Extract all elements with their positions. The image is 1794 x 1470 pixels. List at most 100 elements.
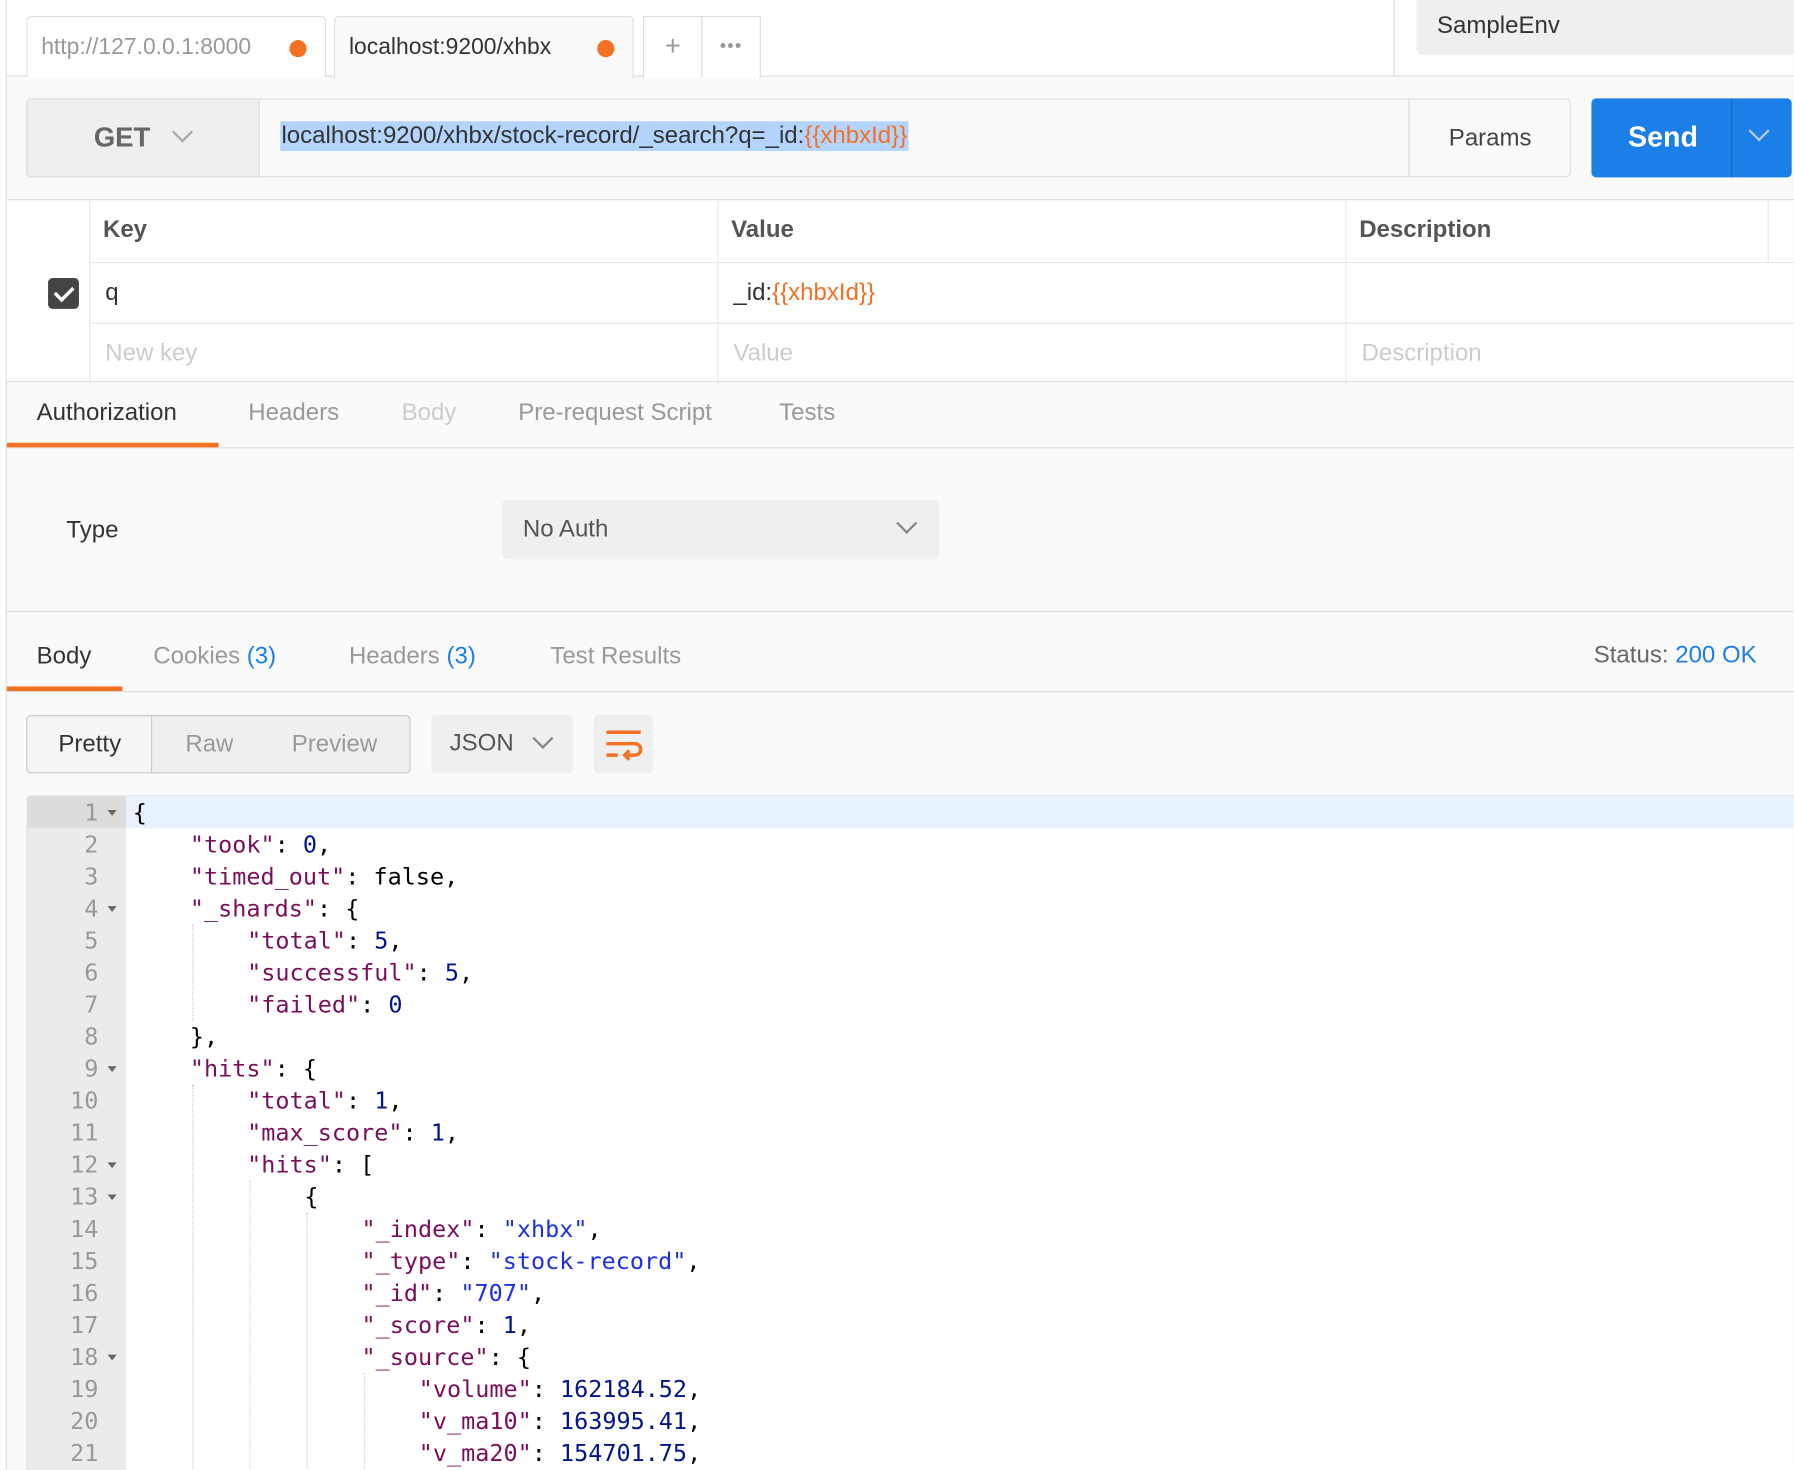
- code-line: 13{: [27, 1181, 1793, 1213]
- auth-type-value: No Auth: [522, 515, 609, 543]
- format-select[interactable]: JSON: [431, 715, 574, 774]
- new-value-input[interactable]: Value: [717, 322, 1346, 385]
- view-raw-button[interactable]: Raw: [185, 731, 233, 758]
- code-token: ,: [317, 830, 332, 859]
- response-tab-headers[interactable]: Headers (3): [349, 643, 476, 670]
- environment-select[interactable]: SampleEnv: [1416, 0, 1794, 55]
- more-tabs-button[interactable]: •••: [701, 16, 761, 78]
- code-token: :: [345, 1086, 375, 1115]
- response-tab-body[interactable]: Body: [37, 643, 92, 670]
- fold-arrow-icon[interactable]: [107, 1162, 117, 1169]
- code-token: 154701.75: [559, 1439, 688, 1467]
- view-preview-button[interactable]: Preview: [292, 731, 377, 758]
- method-select[interactable]: GET: [26, 98, 260, 178]
- code-token: "_id": [361, 1279, 433, 1307]
- new-tab-button[interactable]: +: [642, 16, 703, 78]
- code-line: 12 "hits": [: [27, 1149, 1793, 1181]
- fold-arrow-icon[interactable]: [107, 1194, 117, 1201]
- active-tab-indicator: [6, 686, 123, 692]
- tab-authorization[interactable]: Authorization: [37, 399, 177, 426]
- new-description-input[interactable]: Description: [1345, 322, 1794, 385]
- code-token: :: [531, 1439, 560, 1467]
- tab-headers[interactable]: Headers: [248, 399, 339, 426]
- line-number: 21: [70, 1439, 99, 1467]
- fold-arrow-icon[interactable]: [107, 1354, 117, 1361]
- line-number: 17: [70, 1311, 99, 1339]
- line-number: 2: [84, 830, 99, 859]
- code-token: :: [360, 990, 389, 1019]
- param-description-input[interactable]: [1345, 261, 1794, 324]
- wrap-lines-button[interactable]: [593, 715, 654, 774]
- fold-arrow-icon[interactable]: [107, 810, 117, 816]
- code-text: "total": 5,: [247, 924, 402, 956]
- divider: [1393, 0, 1395, 77]
- code-text: {: [304, 1181, 318, 1213]
- line-number: 6: [84, 958, 99, 987]
- line-number: 3: [84, 862, 99, 891]
- code-text: "hits": {: [190, 1053, 317, 1085]
- tab-pre-request-script[interactable]: Pre-request Script: [518, 399, 712, 426]
- divider: [6, 691, 1794, 693]
- code-line: 15 "_type": "stock-record",: [27, 1245, 1793, 1277]
- code-text: "_type": "stock-record",: [362, 1245, 701, 1277]
- param-enabled-checkbox[interactable]: [48, 278, 79, 309]
- code-token: 5: [374, 926, 389, 955]
- fold-arrow-icon[interactable]: [107, 906, 117, 912]
- params-button[interactable]: Params: [1408, 98, 1570, 178]
- format-label: JSON: [449, 729, 514, 757]
- param-key-input[interactable]: q: [89, 261, 718, 324]
- code-token: :: [474, 1311, 503, 1339]
- code-text: "timed_out": false,: [190, 860, 458, 892]
- indent-guide: [192, 1084, 194, 1470]
- url-input[interactable]: localhost:9200/xhbx/stock-record/_search…: [280, 121, 909, 152]
- line-number: 5: [84, 926, 99, 955]
- indent-guide: [192, 924, 194, 1021]
- code-line: 9 "hits": {: [27, 1053, 1793, 1085]
- tab-request-2[interactable]: localhost:9200/xhbx: [334, 16, 634, 79]
- code-token: "successful": [247, 958, 417, 987]
- code-text: "max_score": 1,: [247, 1117, 459, 1149]
- code-line: 2 "took": 0,: [27, 828, 1793, 860]
- tab-tests[interactable]: Tests: [779, 399, 835, 426]
- send-button[interactable]: Send: [1591, 98, 1792, 178]
- code-token: ,: [388, 1086, 403, 1115]
- response-tab-test-results[interactable]: Test Results: [550, 643, 681, 670]
- divider: [6, 447, 1794, 449]
- code-token: :: [416, 958, 445, 987]
- code-token: "_index": [361, 1215, 475, 1243]
- auth-type-select[interactable]: No Auth: [502, 499, 940, 560]
- code-token: ,: [516, 1311, 532, 1339]
- new-key-input[interactable]: New key: [89, 322, 718, 385]
- view-pretty-button[interactable]: Pretty: [58, 731, 121, 758]
- url-text: localhost:9200/xhbx/stock-record/_search…: [281, 122, 805, 149]
- environment-label: SampleEnv: [1436, 12, 1560, 39]
- tab-request-1[interactable]: http://127.0.0.1:8000: [26, 16, 327, 78]
- code-token: : {: [274, 1054, 318, 1083]
- code-token: :: [531, 1375, 560, 1403]
- auth-type-label: Type: [66, 517, 119, 544]
- param-value-input[interactable]: _id:{{xhbxId}}: [717, 261, 1346, 324]
- code-line: 6 "successful": 5,: [27, 956, 1793, 988]
- code-token: "total": [247, 926, 346, 955]
- code-token: :: [274, 830, 303, 859]
- chevron-down-icon[interactable]: [1748, 120, 1770, 142]
- code-line: 1{: [27, 796, 1794, 829]
- code-text: "_shards": {: [190, 892, 359, 924]
- fold-arrow-icon[interactable]: [107, 1066, 117, 1073]
- tab-label: http://127.0.0.1:8000: [41, 34, 252, 60]
- sidebar-edge: [0, 0, 7, 1470]
- code-token: "stock-record": [488, 1247, 687, 1275]
- response-tab-cookies[interactable]: Cookies (3): [153, 643, 276, 670]
- unsaved-dot-icon: [597, 40, 615, 58]
- tab-body[interactable]: Body: [402, 399, 457, 426]
- code-line: 19 "volume": 162184.52,: [27, 1373, 1793, 1405]
- code-line: 7 "failed": 0: [27, 989, 1793, 1021]
- code-line: 16 "_id": "707",: [27, 1277, 1793, 1309]
- code-token: ,: [687, 1407, 702, 1435]
- response-body-editor[interactable]: 1{2 "took": 0, 3 "timed_out": false, 4 "_shar…: [26, 795, 1794, 1470]
- code-token: {: [132, 798, 147, 827]
- postman-window: http://127.0.0.1:8000 localhost:9200/xhb…: [0, 0, 1794, 1470]
- code-token: "v_ma20": [418, 1439, 532, 1467]
- code-token: ,: [687, 1439, 702, 1467]
- code-token: {: [304, 1182, 319, 1211]
